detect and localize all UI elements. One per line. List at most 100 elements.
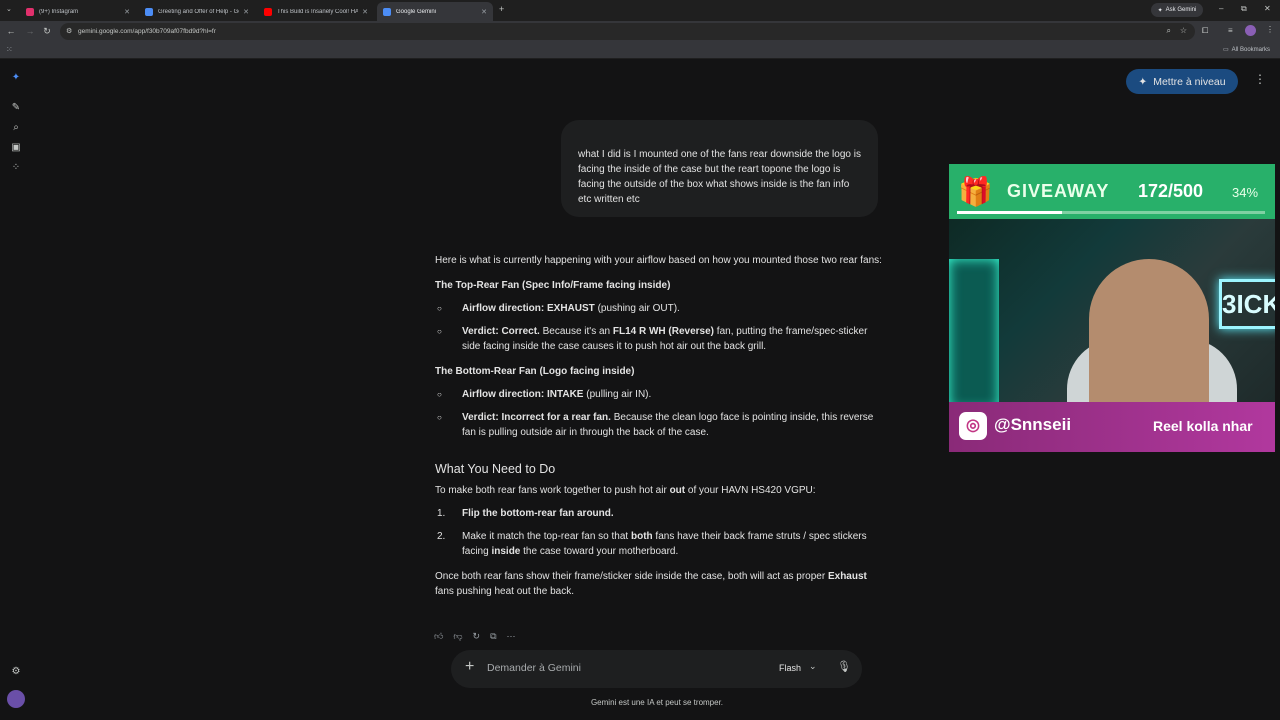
tab-google-gemini[interactable]: Google Gemini ✕: [377, 2, 493, 21]
streamer-head: [1089, 259, 1209, 402]
youtube-icon: [264, 7, 272, 16]
prompt-input[interactable]: Demander à Gemini: [487, 662, 581, 674]
address-bar-row: ← → ↻ ⚙ gemini.google.com/app/f30b709af0…: [0, 21, 1280, 42]
folder-icon: ▭: [1223, 47, 1229, 53]
gemini-logo-icon[interactable]: ✦: [8, 70, 24, 86]
neon-sign: 3ICK: [1219, 279, 1275, 329]
giveaway-count: 172/500: [1138, 181, 1204, 201]
microphone-icon[interactable]: 🎙︎: [837, 660, 851, 673]
tab-label: Greeting and Offer of Help - Ge: [158, 8, 240, 15]
browser-tab-bar: ⌄ (9+) Instagram ✕ Greeting and Offer of…: [0, 0, 1280, 21]
upgrade-button[interactable]: ✦ Mettre à niveau: [1126, 69, 1238, 94]
text: Because it's an: [539, 326, 613, 337]
tab-search-button[interactable]: ⌄: [6, 5, 12, 13]
chevron-down-icon[interactable]: ⌄: [809, 661, 817, 672]
webcam-feed: 3ICK: [949, 219, 1275, 402]
thumbs-down-icon[interactable]: 👎︎: [453, 631, 462, 642]
pc-case-image: [949, 259, 999, 402]
url-field[interactable]: ⚙ gemini.google.com/app/f30b709af07fbd9d…: [60, 23, 1195, 40]
text: Once both rear fans show their frame/sti…: [435, 571, 828, 582]
giveaway-percent: 34%: [1232, 185, 1259, 200]
bold-text: Airflow direction: INTAKE: [462, 389, 584, 400]
close-icon[interactable]: ✕: [481, 8, 487, 16]
tab-gemini-chat[interactable]: Greeting and Offer of Help - Ge ✕: [139, 2, 255, 21]
disclaimer: Gemini est une IA et peut se tromper.: [590, 698, 724, 707]
model-selector[interactable]: Flash: [779, 663, 801, 673]
more-options-icon[interactable]: ⋮: [1254, 72, 1266, 86]
settings-gear-icon[interactable]: ⚙: [8, 664, 24, 680]
copy-icon[interactable]: ⧉: [490, 631, 496, 642]
todo-intro: To make both rear fans work together to …: [435, 483, 885, 498]
steps-list: 1. Flip the bottom-rear fan around. 2. Mak…: [435, 506, 885, 559]
bookmark-star-icon[interactable]: ☆: [1180, 26, 1187, 35]
bold-text: Verdict: Correct.: [462, 326, 540, 337]
banner-text: Reel kolla nhar: [1153, 418, 1253, 434]
response-intro: Here is what is currently happening with…: [435, 255, 882, 266]
zoom-icon[interactable]: ⌕: [1167, 26, 1171, 36]
search-icon[interactable]: ⌕: [8, 120, 24, 136]
text: of your HAVN HS420 VGPU:: [685, 485, 816, 496]
giveaway-progress-track: [957, 211, 1265, 214]
media-icon[interactable]: ≡: [1228, 26, 1233, 35]
profile-avatar-icon[interactable]: [1245, 25, 1256, 36]
giveaway-title: GIVEAWAY: [1007, 181, 1110, 201]
gems-icon[interactable]: ▣: [8, 140, 24, 156]
tab-youtube[interactable]: This Build is Insanely Cool! HAV ✕: [258, 2, 374, 21]
user-message-bubble: what I did is I mounted one of the fans …: [561, 120, 878, 217]
close-window-button[interactable]: ✕: [1264, 4, 1271, 13]
user-avatar[interactable]: [7, 690, 25, 708]
add-icon[interactable]: +: [465, 658, 474, 676]
site-info-icon[interactable]: ⚙: [66, 27, 72, 35]
section-heading-bottom-rear: The Bottom-Rear Fan (Logo facing inside): [435, 366, 635, 377]
url-text: gemini.google.com/app/f30b709af07fbd9d?h…: [78, 28, 216, 35]
tab-instagram[interactable]: (9+) Instagram ✕: [20, 2, 136, 21]
text: (pushing air OUT).: [594, 303, 680, 314]
ask-gemini-label: Ask Gemini: [1165, 7, 1197, 13]
ask-gemini-button[interactable]: ✦ Ask Gemini: [1151, 3, 1203, 17]
all-bookmarks-label: All Bookmarks: [1231, 46, 1271, 53]
bottom-rear-list: Airflow direction: INTAKE (pulling air I…: [435, 387, 885, 440]
giveaway-progress-fill: [957, 211, 1062, 214]
back-button[interactable]: ←: [3, 26, 19, 36]
bold-text: inside: [491, 546, 521, 557]
list-item: Airflow direction: EXHAUST (pushing air …: [435, 301, 885, 316]
close-icon[interactable]: ✕: [243, 8, 249, 16]
forward-button[interactable]: →: [22, 26, 38, 36]
close-icon[interactable]: ✕: [362, 8, 368, 16]
extensions-icon[interactable]: ⧠: [1202, 26, 1208, 36]
more-icon[interactable]: ⋯: [507, 631, 516, 642]
browser-menu-icon[interactable]: ⋮: [1266, 25, 1274, 34]
all-bookmarks[interactable]: ▭ All Bookmarks: [1223, 46, 1271, 54]
spark-icon: ✦: [1138, 75, 1148, 88]
bold-text: Airflow direction: EXHAUST: [462, 303, 595, 314]
model-response: Here is what is currently happening with…: [435, 253, 885, 599]
instagram-handle: @Snnseii: [994, 415, 1072, 434]
bold-text: FL14 R WH (Reverse): [612, 326, 715, 337]
text: fans pushing heat out the back.: [435, 586, 574, 597]
close-icon[interactable]: ✕: [124, 8, 130, 16]
thumbs-up-icon[interactable]: 👍︎: [434, 631, 443, 642]
apps-grid-icon[interactable]: ⁙: [6, 45, 13, 54]
todo-heading: What You Need to Do: [435, 462, 556, 476]
list-item: Airflow direction: INTAKE (pulling air I…: [435, 387, 885, 402]
maximize-button[interactable]: ⧉: [1241, 4, 1247, 14]
apps-icon[interactable]: ⁘: [8, 160, 24, 176]
text: the case toward your motherboard.: [520, 546, 679, 557]
instagram-icon: ◎: [959, 412, 987, 440]
bold-text: Exhaust: [827, 571, 867, 582]
regenerate-icon[interactable]: ↻: [473, 631, 481, 642]
minimize-button[interactable]: –: [1219, 4, 1223, 13]
list-item: Verdict: Correct. Because it's an FL14 R…: [435, 324, 885, 354]
prompt-input-box[interactable]: + Demander à Gemini Flash ⌄ 🎙︎: [451, 650, 862, 688]
new-tab-button[interactable]: +: [499, 4, 504, 14]
step-number: 1.: [437, 508, 446, 519]
reload-button[interactable]: ↻: [39, 26, 55, 37]
new-chat-icon[interactable]: ✎: [8, 100, 24, 116]
user-message-text: what I did is I mounted one of the fans …: [578, 149, 861, 205]
list-item: 1. Flip the bottom-rear fan around.: [435, 506, 885, 521]
text: Make it match the top-rear fan so that: [462, 531, 631, 542]
bold-text: out: [669, 485, 686, 496]
step-number: 2.: [437, 531, 446, 542]
gift-icon: 🎁: [958, 176, 993, 207]
stream-overlay: 🎁 GIVEAWAY 172/500 34% 3ICK ◎ @Snnseii R…: [949, 164, 1275, 452]
